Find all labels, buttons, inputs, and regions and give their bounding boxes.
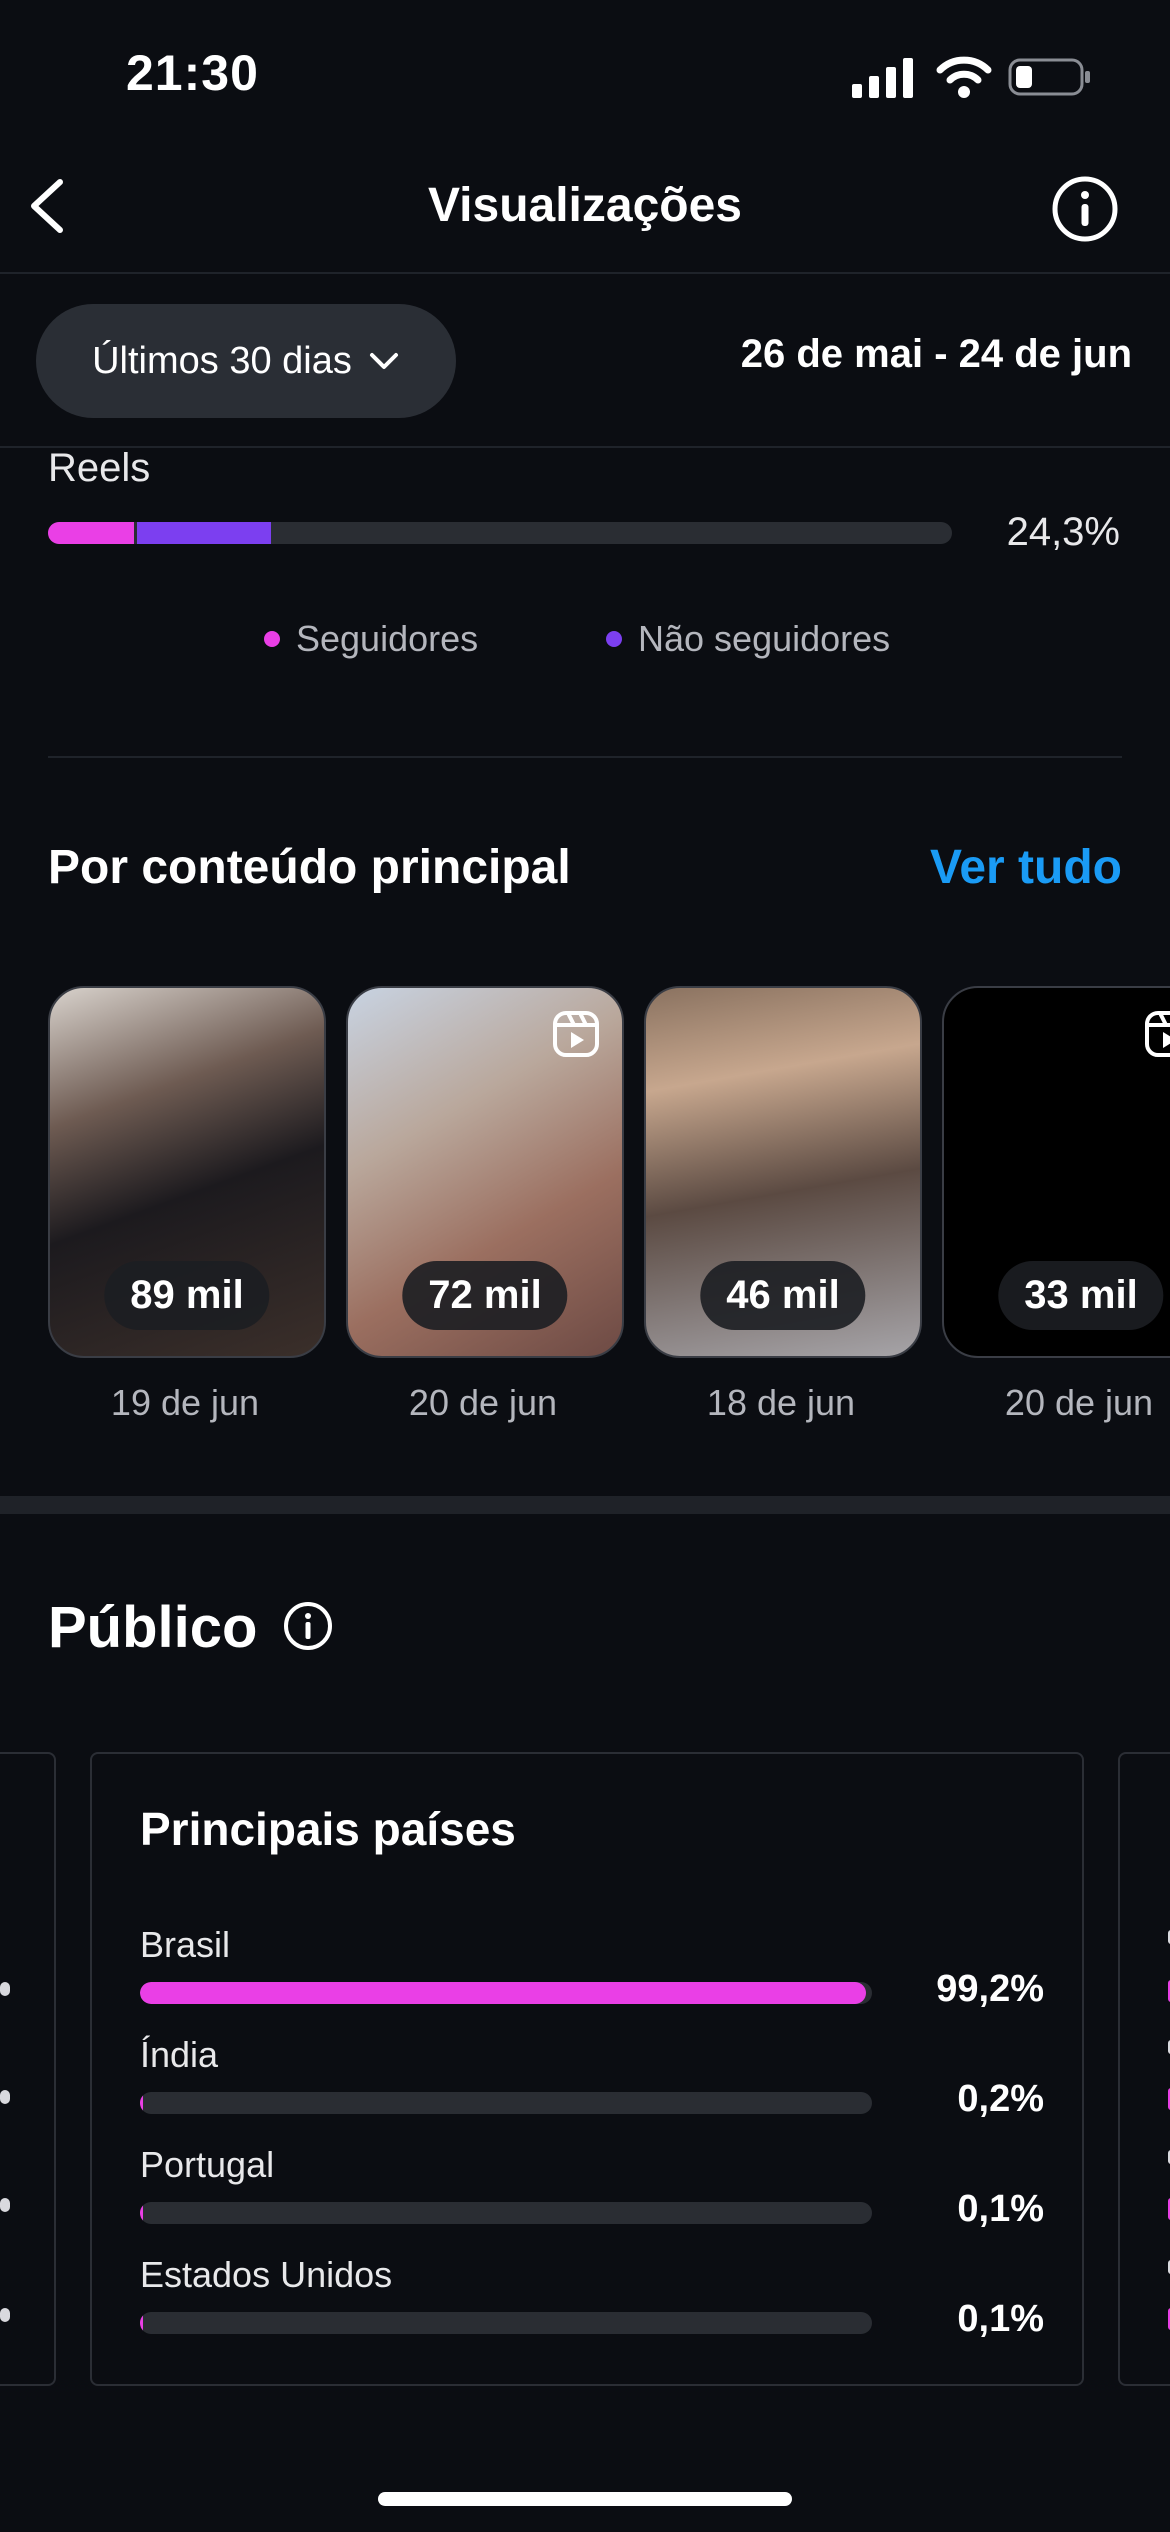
cellular-signal-icon bbox=[852, 58, 913, 98]
date-range: 26 de mai - 24 de jun bbox=[740, 332, 1132, 376]
page-title: Visualizações bbox=[428, 179, 742, 232]
section-separator bbox=[0, 1496, 1170, 1514]
audience-title: Público bbox=[48, 1595, 258, 1660]
country-bar-fill bbox=[140, 2202, 143, 2224]
reels-progress-bar bbox=[48, 522, 952, 544]
content-thumbnail[interactable]: 89 mil bbox=[48, 986, 326, 1358]
reels-icon bbox=[553, 1011, 599, 1057]
views-count: 33 mil bbox=[998, 1261, 1164, 1330]
edge-marker bbox=[0, 2308, 10, 2322]
next-audience-card[interactable] bbox=[1118, 1752, 1170, 2386]
views-count: 72 mil bbox=[402, 1261, 568, 1330]
reels-non-followers-fill bbox=[137, 522, 272, 544]
country-name: Estados Unidos bbox=[140, 2254, 393, 2295]
previous-audience-card[interactable] bbox=[0, 1752, 56, 2386]
period-divider bbox=[0, 446, 1170, 448]
country-percent: 0,1% bbox=[957, 2298, 1044, 2340]
country-row: Índia 0,2% bbox=[140, 2034, 1044, 2120]
country-name: Índia bbox=[140, 2034, 219, 2075]
section-divider bbox=[48, 756, 1122, 758]
views-count: 89 mil bbox=[104, 1261, 270, 1330]
edge-marker bbox=[0, 2198, 10, 2212]
top-countries-card: Principais países Brasil 99,2% Índia 0,2… bbox=[90, 1752, 1084, 2386]
header-divider bbox=[0, 272, 1170, 274]
period-dropdown[interactable]: Últimos 30 dias bbox=[36, 304, 456, 418]
country-name: Portugal bbox=[140, 2144, 275, 2185]
home-indicator[interactable] bbox=[378, 2492, 792, 2506]
content-thumbnail[interactable]: 72 mil bbox=[346, 986, 624, 1358]
content-date: 19 de jun bbox=[110, 1382, 260, 1423]
followers-dot bbox=[264, 631, 280, 647]
edge-marker bbox=[0, 2090, 10, 2104]
country-percent: 99,2% bbox=[936, 1968, 1044, 2010]
country-row: Estados Unidos 0,1% bbox=[140, 2254, 1044, 2340]
reels-icon bbox=[1145, 1011, 1170, 1057]
country-bar bbox=[140, 2202, 872, 2224]
info-icon[interactable] bbox=[1050, 174, 1120, 244]
country-percent: 0,2% bbox=[957, 2078, 1044, 2120]
country-bar bbox=[140, 2312, 872, 2334]
country-bar-fill bbox=[140, 1982, 867, 2004]
country-bar bbox=[140, 1982, 872, 2004]
chevron-down-icon bbox=[369, 353, 398, 369]
country-bar bbox=[140, 2092, 872, 2114]
country-bar-fill bbox=[140, 2312, 143, 2334]
country-row: Portugal 0,1% bbox=[140, 2144, 1044, 2230]
reels-followers-fill bbox=[48, 522, 134, 544]
views-count: 46 mil bbox=[700, 1261, 866, 1330]
status-time: 21:30 bbox=[126, 45, 259, 101]
content-thumbnail[interactable]: 46 mil bbox=[644, 986, 922, 1358]
content-date: 18 de jun bbox=[706, 1382, 856, 1423]
country-row: Brasil 99,2% bbox=[140, 1924, 1044, 2010]
top-countries-title: Principais países bbox=[140, 1803, 516, 1855]
country-percent: 0,1% bbox=[957, 2188, 1044, 2230]
battery-icon bbox=[1008, 58, 1090, 96]
legend-non-followers-label: Não seguidores bbox=[638, 618, 891, 659]
wifi-icon bbox=[936, 56, 992, 98]
legend-followers: Seguidores bbox=[264, 618, 478, 660]
edge-marker bbox=[0, 1982, 10, 1996]
country-name: Brasil bbox=[140, 1924, 231, 1965]
legend-non-followers: Não seguidores bbox=[606, 618, 890, 660]
top-content-title: Por conteúdo principal bbox=[48, 841, 571, 894]
content-date: 20 de jun bbox=[1004, 1382, 1154, 1423]
info-icon[interactable] bbox=[282, 1600, 334, 1652]
reels-percent: 24,3% bbox=[1006, 510, 1120, 554]
content-date: 20 de jun bbox=[408, 1382, 558, 1423]
country-bar-fill bbox=[140, 2092, 143, 2114]
content-thumbnail[interactable]: 33 mil bbox=[942, 986, 1170, 1358]
reels-label: Reels bbox=[48, 446, 151, 490]
period-label: Últimos 30 dias bbox=[92, 339, 352, 382]
non-followers-dot bbox=[606, 631, 622, 647]
see-all-link[interactable]: Ver tudo bbox=[930, 840, 1122, 895]
legend-followers-label: Seguidores bbox=[296, 618, 479, 659]
